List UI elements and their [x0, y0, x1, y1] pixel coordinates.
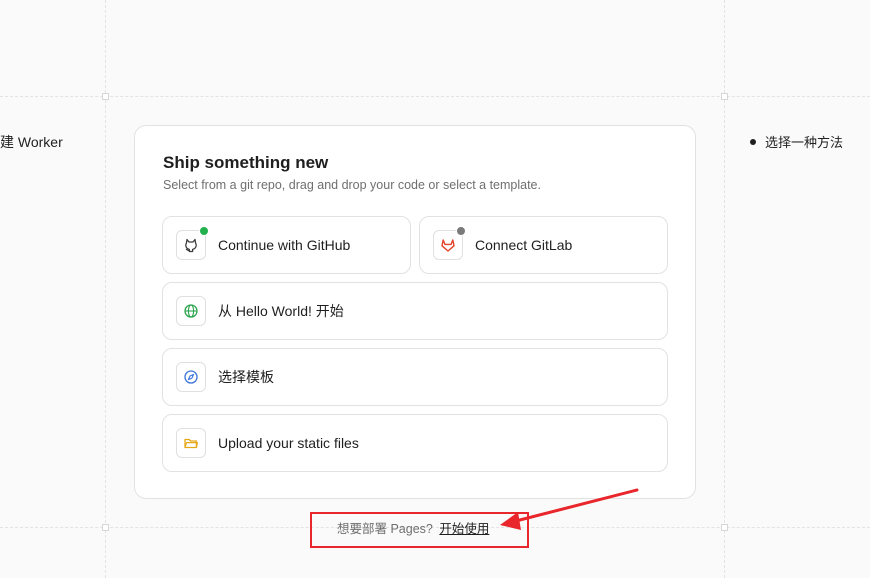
annotation-arrow-icon: [500, 488, 639, 530]
